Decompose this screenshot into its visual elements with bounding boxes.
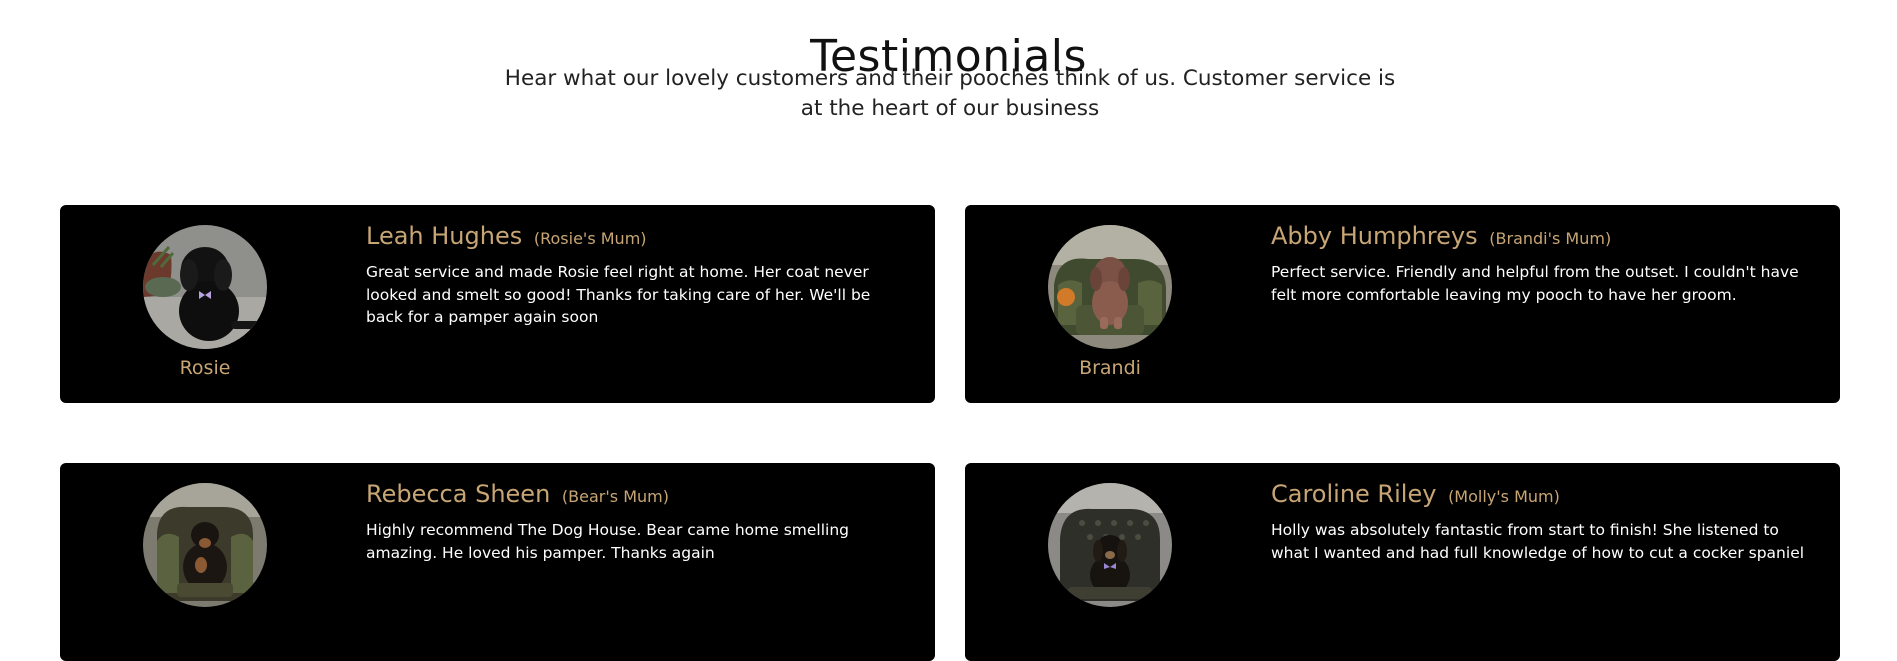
dog-photo-icon xyxy=(143,225,267,349)
testimonial-quote: Holly was absolutely fantastic from star… xyxy=(1271,521,1805,562)
author-name: Caroline Riley xyxy=(1271,480,1437,508)
author-name: Leah Hughes xyxy=(366,222,523,250)
dog-photo-icon xyxy=(143,483,267,607)
pet-photo-avatar xyxy=(143,225,267,349)
testimonial-card: Brandi Abby Humphreys (Brandi's Mum) Per… xyxy=(965,205,1840,403)
testimonial-author: Leah Hughes (Rosie's Mum) xyxy=(366,222,647,250)
author-relation: (Brandi's Mum) xyxy=(1489,229,1612,248)
author-relation: (Rosie's Mum) xyxy=(533,229,647,248)
testimonial-author: Caroline Riley (Molly's Mum) xyxy=(1271,480,1560,508)
pet-name: Brandi xyxy=(1079,357,1141,379)
author-name: Abby Humphreys xyxy=(1271,222,1478,250)
section-subtitle: Hear what our lovely customers and their… xyxy=(504,66,1396,121)
testimonial-author: Rebecca Sheen (Bear's Mum) xyxy=(366,480,669,508)
testimonial-quote: Perfect service. Friendly and helpful fr… xyxy=(1271,263,1799,304)
dog-photo-icon xyxy=(1048,483,1172,607)
dog-photo-icon xyxy=(1048,225,1172,349)
pet-photo-avatar xyxy=(1048,225,1172,349)
pet-photo-avatar xyxy=(143,483,267,607)
testimonial-quote: Highly recommend The Dog House. Bear cam… xyxy=(366,521,850,562)
testimonial-card: Rebecca Sheen (Bear's Mum) Highly recomm… xyxy=(60,463,935,661)
pet-photo-avatar xyxy=(1048,483,1172,607)
testimonial-card: Caroline Riley (Molly's Mum) Holly was a… xyxy=(965,463,1840,661)
testimonial-quote: Great service and made Rosie feel right … xyxy=(366,263,871,326)
author-relation: (Bear's Mum) xyxy=(561,487,669,506)
pet-name: Rosie xyxy=(179,357,231,379)
author-relation: (Molly's Mum) xyxy=(1448,487,1560,506)
testimonial-card: Rosie Leah Hughes (Rosie's Mum) Great se… xyxy=(60,205,935,403)
author-name: Rebecca Sheen xyxy=(366,480,551,508)
testimonial-author: Abby Humphreys (Brandi's Mum) xyxy=(1271,222,1611,250)
